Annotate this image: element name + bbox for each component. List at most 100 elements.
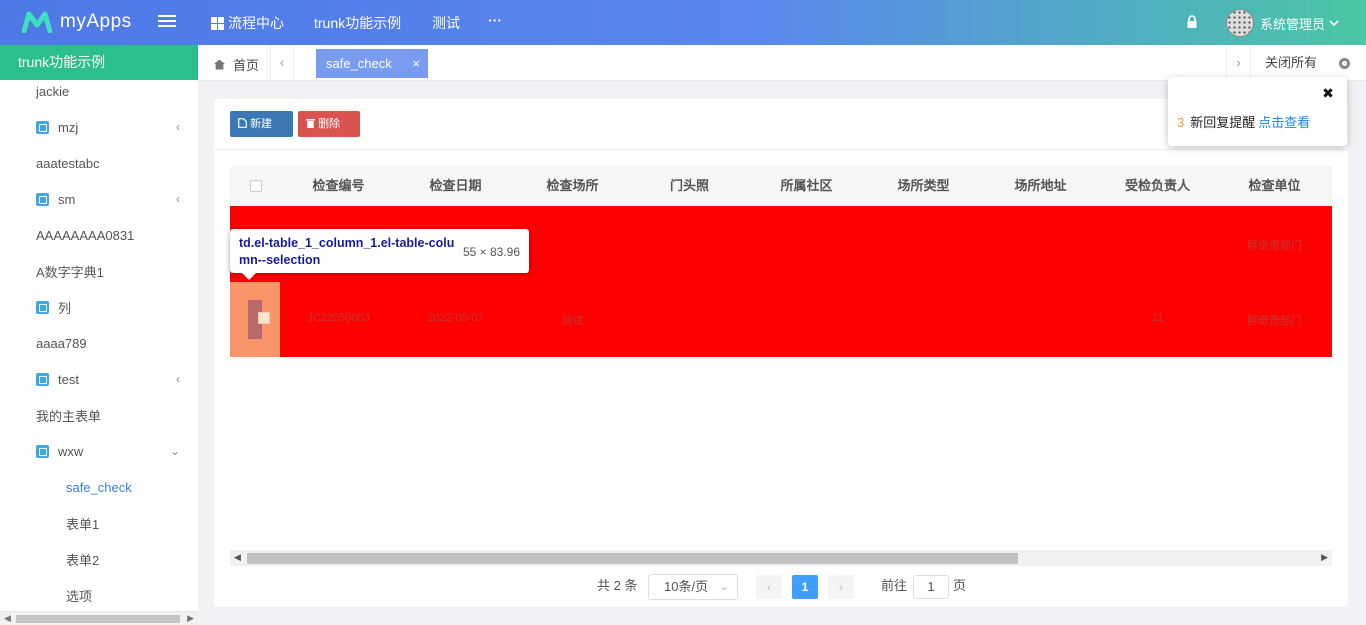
tab-home[interactable]: 首页 [214,55,259,74]
sidebar-item[interactable]: 选项 [0,577,198,613]
nav-process-center[interactable]: 流程中心 [211,13,284,33]
next-page-button[interactable]: › [828,575,854,599]
column-header[interactable]: 门头照 [636,166,743,206]
sidebar-item-label: aaaa789 [36,335,87,351]
tab-label: safe_check [326,56,392,71]
scroll-left-icon[interactable]: ◀ [4,613,11,624]
sidebar-item-label: wxw [58,443,84,459]
close-icon[interactable]: ✖ [1320,85,1336,101]
scroll-thumb[interactable] [16,615,180,623]
sidebar-item[interactable]: 表单2 [0,541,198,577]
tab-scroll-right-button[interactable]: › [1226,45,1250,81]
page-size-value: 10条/页 [664,579,709,594]
column-header[interactable]: 所属社区 [753,166,860,206]
logo-m-icon [22,11,52,33]
row-checkbox[interactable] [258,312,270,324]
sidebar-item[interactable]: AAAAAAAA0831 [0,217,198,253]
sidebar-item[interactable]: sm ‹ [0,181,198,217]
table-cell: 11 [1151,312,1164,324]
select-all-checkbox[interactable] [250,180,262,192]
table-horizontal-scrollbar[interactable]: ◀ ▶ [230,550,1332,566]
pagination-total: 共 2 条 [597,578,638,593]
scroll-right-icon[interactable]: ▶ [187,613,194,624]
sidebar-item[interactable]: aaatestabc [0,145,198,181]
scroll-right-icon[interactable]: ▶ [1321,552,1328,563]
tab-label: 首页 [233,58,260,73]
module-icon [36,300,49,314]
nav-trunk-demo[interactable]: trunk功能示例 [314,13,401,33]
sidebar-item[interactable]: wxw ⌄ [0,433,198,469]
chevron-left-icon: ‹ [176,120,180,134]
module-icon [36,120,49,134]
sidebar-item[interactable]: A数字字典1 [0,253,198,289]
divider [214,149,1348,150]
main-card: 新建 删除 检查编号 检查日期 检查场所 门头照 所属社区 场所类型 场所地址 受检负责人 检查… [214,99,1348,607]
more-icon: ··· [488,12,502,28]
user-name: 系统管理员 [1260,16,1326,32]
scroll-thumb[interactable] [247,553,1018,564]
chevron-down-icon: ⌄ [719,581,729,593]
user-menu[interactable]: 系统管理员 [1226,9,1339,37]
column-header[interactable]: 检查场所 [519,166,626,206]
nav-label: 测试 [432,15,460,31]
notification-popup: ✖ 3 新回复提醒 点击查看 [1168,77,1347,146]
nav-label: trunk功能示例 [314,15,402,31]
module-icon [36,444,49,458]
prev-page-button[interactable]: ‹ [756,575,782,599]
goto-label: 前往 [881,578,908,593]
column-header[interactable]: 场所地址 [987,166,1094,206]
new-button[interactable]: 新建 [230,111,293,137]
nav-label: 流程中心 [228,15,284,31]
sidebar-item-label: 我的主表单 [36,408,102,424]
notification-body: 3 新回复提醒 点击查看 [1177,112,1310,131]
column-header[interactable]: 场所类型 [870,166,977,206]
tab-scroll-left-button[interactable]: ‹ [270,45,294,81]
scroll-left-icon[interactable]: ◀ [234,552,241,563]
sidebar-item[interactable]: safe_check [0,469,198,505]
notification-text: 新回复提醒 [1190,115,1256,130]
sidebar-item[interactable]: 表单1 [0,505,198,541]
lock-icon[interactable] [1187,15,1197,28]
tab-bar: 首页 ‹ safe_check × › 关闭所有 [198,45,1366,81]
column-header[interactable]: 检查单位 [1221,166,1328,206]
gear-icon[interactable] [1339,58,1350,69]
sidebar-item[interactable]: mzj ‹ [0,109,198,145]
avatar [1226,9,1254,37]
column-header[interactable]: 检查编号 [285,166,392,206]
menu-toggle-icon[interactable] [158,15,176,29]
inspector-tooltip: td.el-table_1_column_1.el-table-column--… [230,229,529,280]
goto-page-input[interactable]: 1 [913,575,949,599]
goto-suffix: 页 [953,578,967,593]
page-1-button[interactable]: 1 [792,575,818,599]
tab-safe-check[interactable]: safe_check × [316,49,428,78]
sidebar-scrollbar[interactable]: ◀ ▶ [0,611,198,625]
table-cell: 2022-05-07 [427,312,484,324]
sidebar-item-label: A数字字典1 [36,264,104,280]
sidebar-item[interactable]: jackie [0,73,198,109]
close-all-button[interactable]: 关闭所有 [1250,45,1366,81]
chevron-left-icon: ‹ [176,372,180,386]
sidebar-item-label: sm [58,191,76,207]
column-header[interactable]: 检查日期 [402,166,509,206]
delete-button[interactable]: 删除 [298,111,360,137]
chevron-down-icon: ⌄ [169,444,180,458]
app-logo[interactable]: myApps [22,11,132,33]
view-link[interactable]: 点击查看 [1258,115,1310,130]
page-size-select[interactable]: 10条/页 ⌄ [648,574,738,600]
sidebar-item[interactable]: 列 [0,289,198,325]
delete-label: 删除 [318,118,341,130]
sidebar-item-label: safe_check [66,479,132,495]
sidebar-item-label: AAAAAAAA0831 [36,227,135,243]
file-icon [238,118,247,128]
nav-more[interactable]: ··· [488,12,502,28]
sidebar-item[interactable]: aaaa789 [0,325,198,361]
grid-icon [211,16,224,30]
close-icon[interactable]: × [412,49,420,78]
chevron-left-icon: ‹ [176,192,180,206]
column-header[interactable]: 受检负责人 [1104,166,1211,206]
chevron-down-icon [1329,19,1339,26]
app-title: myApps [60,11,132,32]
sidebar-item[interactable]: 我的主表单 [0,397,198,433]
sidebar-item[interactable]: test ‹ [0,361,198,397]
nav-test[interactable]: 测试 [432,13,460,33]
